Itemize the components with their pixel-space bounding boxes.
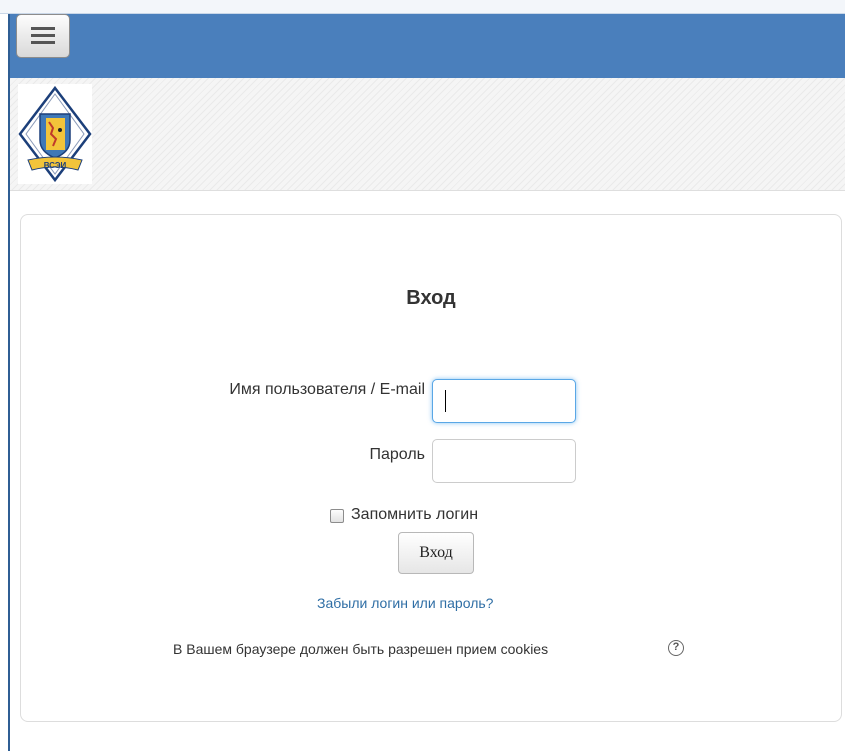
login-submit-button[interactable]: Вход <box>398 532 474 574</box>
cookies-note: В Вашем браузере должен быть разрешен пр… <box>173 641 549 657</box>
menu-toggle-button[interactable] <box>16 14 70 58</box>
window-top-strip <box>0 0 845 14</box>
forgot-password-link[interactable]: Забыли логин или пароль? <box>317 595 493 611</box>
help-icon[interactable]: ? <box>668 640 684 656</box>
login-title: Вход <box>406 287 456 309</box>
remember-label[interactable]: Запомнить логин <box>351 506 478 524</box>
logo-text: ВСЭИ <box>44 161 67 170</box>
site-logo[interactable]: ВСЭИ <box>18 84 92 184</box>
password-label: Пароль <box>369 446 425 463</box>
username-label: Имя пользователя / E-mail <box>229 381 425 398</box>
remember-checkbox[interactable] <box>330 509 344 523</box>
navbar <box>10 14 845 78</box>
page-header: ВСЭИ <box>10 78 845 191</box>
username-field[interactable] <box>432 379 576 423</box>
logo-emblem-icon: ВСЭИ <box>18 85 92 183</box>
password-field[interactable] <box>432 439 576 483</box>
text-caret <box>445 390 446 412</box>
login-panel: Вход Имя пользователя / E-mail Пароль За… <box>20 214 842 722</box>
